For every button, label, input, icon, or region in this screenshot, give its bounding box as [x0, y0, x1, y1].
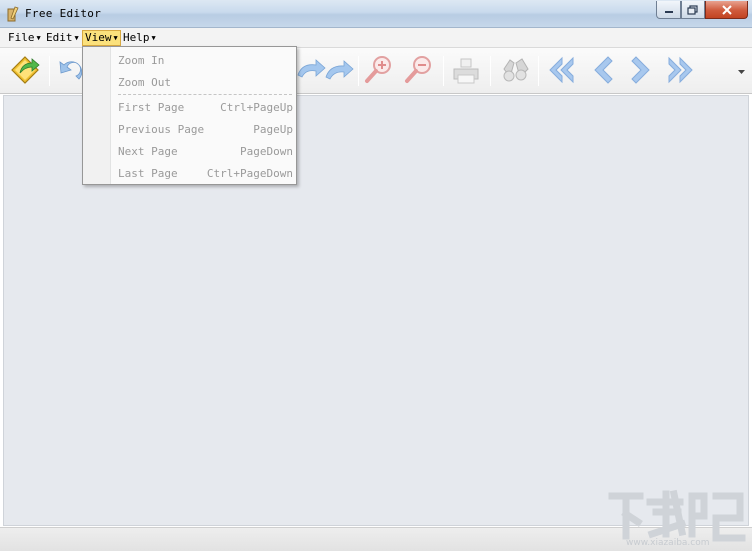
menu-item-zoom-out[interactable]: Zoom Out: [118, 75, 293, 91]
toolbar-overflow-icon[interactable]: [737, 68, 746, 76]
app-icon: [7, 6, 19, 22]
view-menu-dropdown: Zoom In Zoom Out First Page Ctrl+PageUp …: [82, 46, 297, 185]
menu-file[interactable]: File ▼: [6, 30, 43, 46]
dropdown-arrow-icon: ▼: [74, 34, 79, 42]
first-page-icon[interactable]: [544, 53, 578, 87]
menu-item-shortcut: Ctrl+PageUp: [220, 101, 293, 114]
next-page-icon[interactable]: [625, 53, 659, 87]
menu-bar: File ▼ Edit ▼ View ▼ Help ▼: [0, 28, 752, 48]
watermark-url: www.xiazaiba.com: [626, 538, 710, 548]
menu-icon-gutter: [83, 47, 111, 184]
close-icon: [721, 4, 732, 15]
close-button[interactable]: [705, 1, 748, 19]
toolbar-separator: [538, 56, 539, 86]
menu-view-label: View: [85, 31, 112, 44]
previous-page-icon[interactable]: [585, 53, 619, 87]
toolbar-separator: [49, 56, 50, 86]
open-icon[interactable]: [8, 53, 42, 87]
dropdown-arrow-icon: ▼: [151, 34, 156, 42]
menu-item-label: Zoom In: [118, 54, 165, 67]
menu-item-first-page[interactable]: First Page Ctrl+PageUp: [118, 100, 293, 116]
restore-icon: [687, 4, 698, 15]
menu-item-last-page[interactable]: Last Page Ctrl+PageDown: [118, 166, 293, 182]
menu-item-label: Zoom Out: [118, 76, 171, 89]
toolbar-separator: [443, 56, 444, 86]
toolbar-separator: [358, 56, 359, 86]
menu-item-label: Previous Page: [118, 123, 205, 136]
toolbar-separator: [490, 56, 491, 86]
minimize-button[interactable]: [656, 1, 681, 19]
menu-item-zoom-in[interactable]: Zoom In: [118, 53, 293, 69]
menu-item-shortcut: Ctrl+PageDown: [206, 167, 293, 180]
menu-file-label: File: [8, 31, 35, 44]
menu-edit[interactable]: Edit ▼: [44, 30, 81, 46]
forward-icon[interactable]: [322, 53, 356, 87]
menu-item-shortcut: PageUp: [253, 123, 293, 136]
title-bar: Free Editor: [0, 0, 752, 28]
dropdown-arrow-icon: ▼: [113, 34, 118, 42]
menu-item-next-page[interactable]: Next Page PageDown: [118, 144, 293, 160]
find-icon[interactable]: [498, 53, 532, 87]
print-icon[interactable]: [449, 53, 483, 87]
menu-item-label: First Page: [118, 101, 185, 114]
zoom-out-icon[interactable]: [402, 53, 436, 87]
menu-edit-label: Edit: [46, 31, 73, 44]
menu-item-previous-page[interactable]: Previous Page PageUp: [118, 122, 293, 138]
menu-item-shortcut: PageDown: [240, 145, 293, 158]
zoom-in-icon[interactable]: [362, 53, 396, 87]
menu-item-label: Last Page: [118, 167, 178, 180]
menu-separator: [118, 94, 292, 95]
menu-help-label: Help: [123, 31, 150, 44]
menu-help[interactable]: Help ▼: [121, 30, 158, 46]
dropdown-arrow-icon: ▼: [36, 34, 41, 42]
window-title: Free Editor: [25, 7, 102, 20]
menu-item-label: Next Page: [118, 145, 178, 158]
menu-view[interactable]: View ▼: [82, 30, 121, 46]
maximize-button[interactable]: [681, 1, 705, 19]
last-page-icon[interactable]: [664, 53, 698, 87]
minimize-icon: [664, 10, 673, 13]
